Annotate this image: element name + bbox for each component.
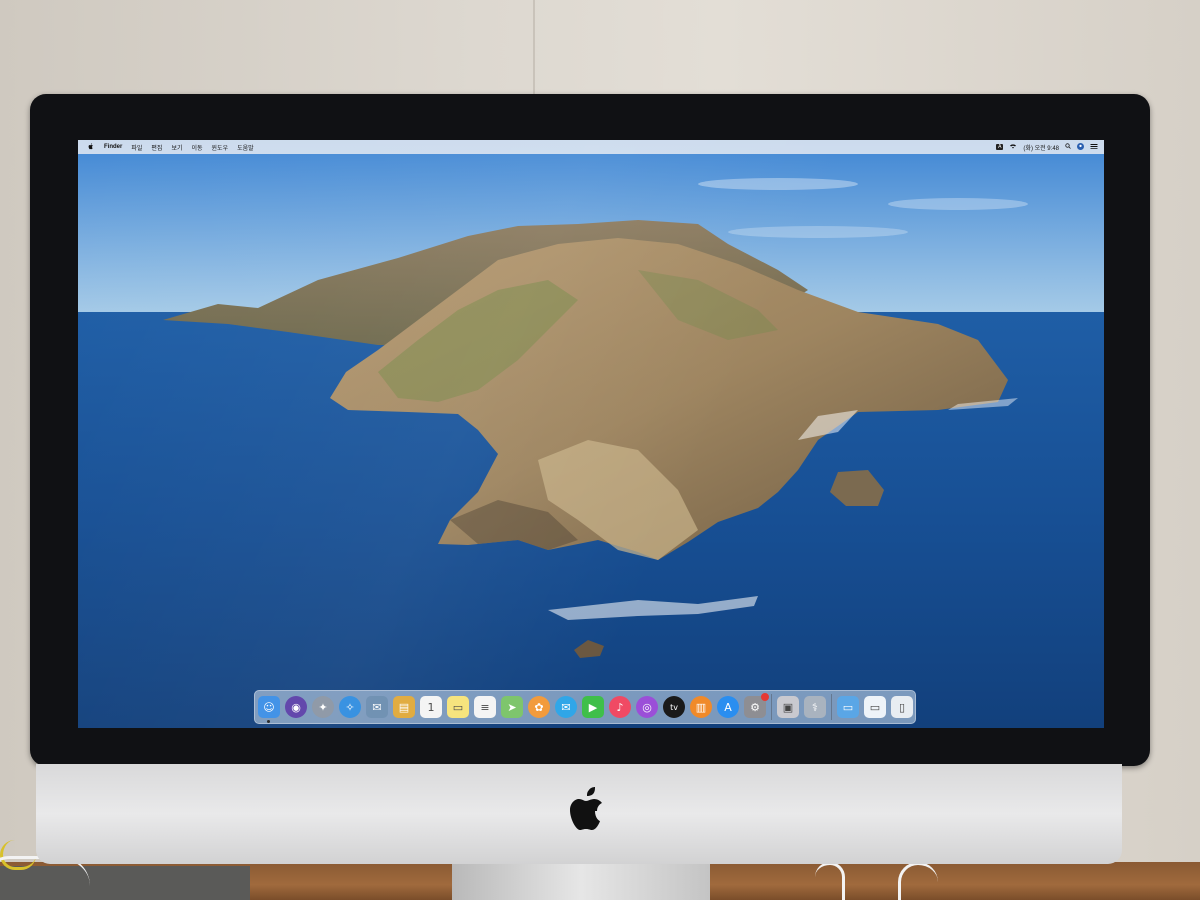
calendar-glyph: 1: [427, 700, 435, 714]
menu-view[interactable]: 보기: [171, 143, 182, 152]
maps-icon[interactable]: ➤: [501, 696, 523, 718]
books-glyph: ▥: [695, 700, 707, 714]
menu-clock[interactable]: (화) 오전 9:48: [1023, 143, 1059, 152]
stickies-icon[interactable]: ▭: [447, 696, 469, 718]
app-store-icon[interactable]: A: [717, 696, 739, 718]
menu-file[interactable]: 파일: [131, 143, 142, 152]
user-icon[interactable]: [1077, 142, 1084, 152]
photos-glyph: ✿: [534, 700, 544, 714]
peripheral-cable: [815, 862, 845, 900]
menu-help[interactable]: 도움말: [237, 143, 254, 152]
launchpad-glyph: ✦: [318, 700, 328, 714]
menu-window[interactable]: 윈도우: [212, 143, 229, 152]
siri-glyph: ◉: [291, 700, 301, 714]
notification-center-icon[interactable]: [1090, 143, 1098, 151]
stickies-glyph: ▭: [452, 700, 464, 714]
menu-edit[interactable]: 편집: [151, 143, 162, 152]
podcasts-glyph: ◎: [642, 700, 652, 714]
finder-glyph: ☺: [263, 700, 275, 714]
running-indicator: [267, 720, 270, 723]
downloads-folder-glyph: ▭: [842, 700, 854, 714]
photos-icon[interactable]: ✿: [528, 696, 550, 718]
books-icon[interactable]: ▥: [690, 696, 712, 718]
catalina-wallpaper: [78, 140, 1104, 728]
folder-icon[interactable]: ▭: [837, 696, 859, 718]
dock: ☺ ◉ ✦ ✧ ✉ ▤ 1 ▭ ≡ ➤ ✿ ✉ ▶ ♪ ◎ tv ▥ A ⚙ ▣ ⚕ ▭ ▭ ▯: [254, 690, 916, 724]
podcasts-icon[interactable]: ◎: [636, 696, 658, 718]
safari-glyph: ✧: [345, 700, 355, 714]
apple-menu-icon[interactable]: [87, 142, 95, 152]
notes-icon[interactable]: ▤: [393, 696, 415, 718]
apple-logo-icon: [570, 787, 602, 830]
disk-utility-glyph: ⚕: [812, 700, 818, 714]
dock-separator: [831, 694, 832, 720]
dock-separator: [771, 694, 772, 720]
apple-tv-glyph: tv: [670, 702, 678, 712]
notification-badge: [761, 693, 769, 701]
menu-bar: Finder 파일 편집 보기 이동 윈도우 도움말 A (화) 오전 9:48: [78, 140, 1104, 154]
music-icon[interactable]: ♪: [609, 696, 631, 718]
preview-glyph: ▣: [782, 700, 794, 714]
mail-icon[interactable]: ✉: [366, 696, 388, 718]
system-preferences-glyph: ⚙: [750, 700, 760, 714]
imac-stand: [452, 860, 710, 900]
launchpad-icon[interactable]: ✦: [312, 696, 334, 718]
facetime-icon[interactable]: ▶: [582, 696, 604, 718]
safari-icon[interactable]: ✧: [339, 696, 361, 718]
document-stack-icon[interactable]: ▭: [864, 696, 886, 718]
app-store-glyph: A: [724, 700, 732, 714]
disk-utility-icon[interactable]: ⚕: [804, 696, 826, 718]
reminders-icon[interactable]: ≡: [474, 696, 496, 718]
apple-tv-icon[interactable]: tv: [663, 696, 685, 718]
reminders-glyph: ≡: [480, 700, 490, 714]
maps-glyph: ➤: [507, 700, 517, 714]
wifi-icon[interactable]: [1009, 143, 1017, 151]
display: Finder 파일 편집 보기 이동 윈도우 도움말 A (화) 오전 9:48…: [78, 140, 1104, 728]
spotlight-search-icon[interactable]: [1065, 143, 1071, 151]
preview-icon[interactable]: ▣: [777, 696, 799, 718]
input-source-menu[interactable]: A: [996, 144, 1004, 150]
calendar-icon[interactable]: 1: [420, 696, 442, 718]
mail-glyph: ✉: [372, 700, 382, 714]
notes-glyph: ▤: [398, 700, 410, 714]
documents-stack-glyph: ▭: [869, 700, 881, 714]
status-area: A (화) 오전 9:48: [996, 140, 1098, 154]
finder-icon[interactable]: ☺: [258, 696, 280, 723]
menu-finder[interactable]: Finder: [104, 144, 122, 150]
system-preferences-icon[interactable]: ⚙: [744, 693, 769, 718]
trash-glyph: ▯: [898, 700, 906, 714]
messages-glyph: ✉: [561, 700, 571, 714]
facetime-glyph: ▶: [588, 700, 598, 714]
peripheral-cable-2: [898, 862, 938, 900]
menu-go[interactable]: 이동: [191, 143, 202, 152]
messages-icon[interactable]: ✉: [555, 696, 577, 718]
music-glyph: ♪: [616, 700, 624, 714]
siri-icon[interactable]: ◉: [285, 696, 307, 718]
trash-icon[interactable]: ▯: [891, 696, 913, 718]
